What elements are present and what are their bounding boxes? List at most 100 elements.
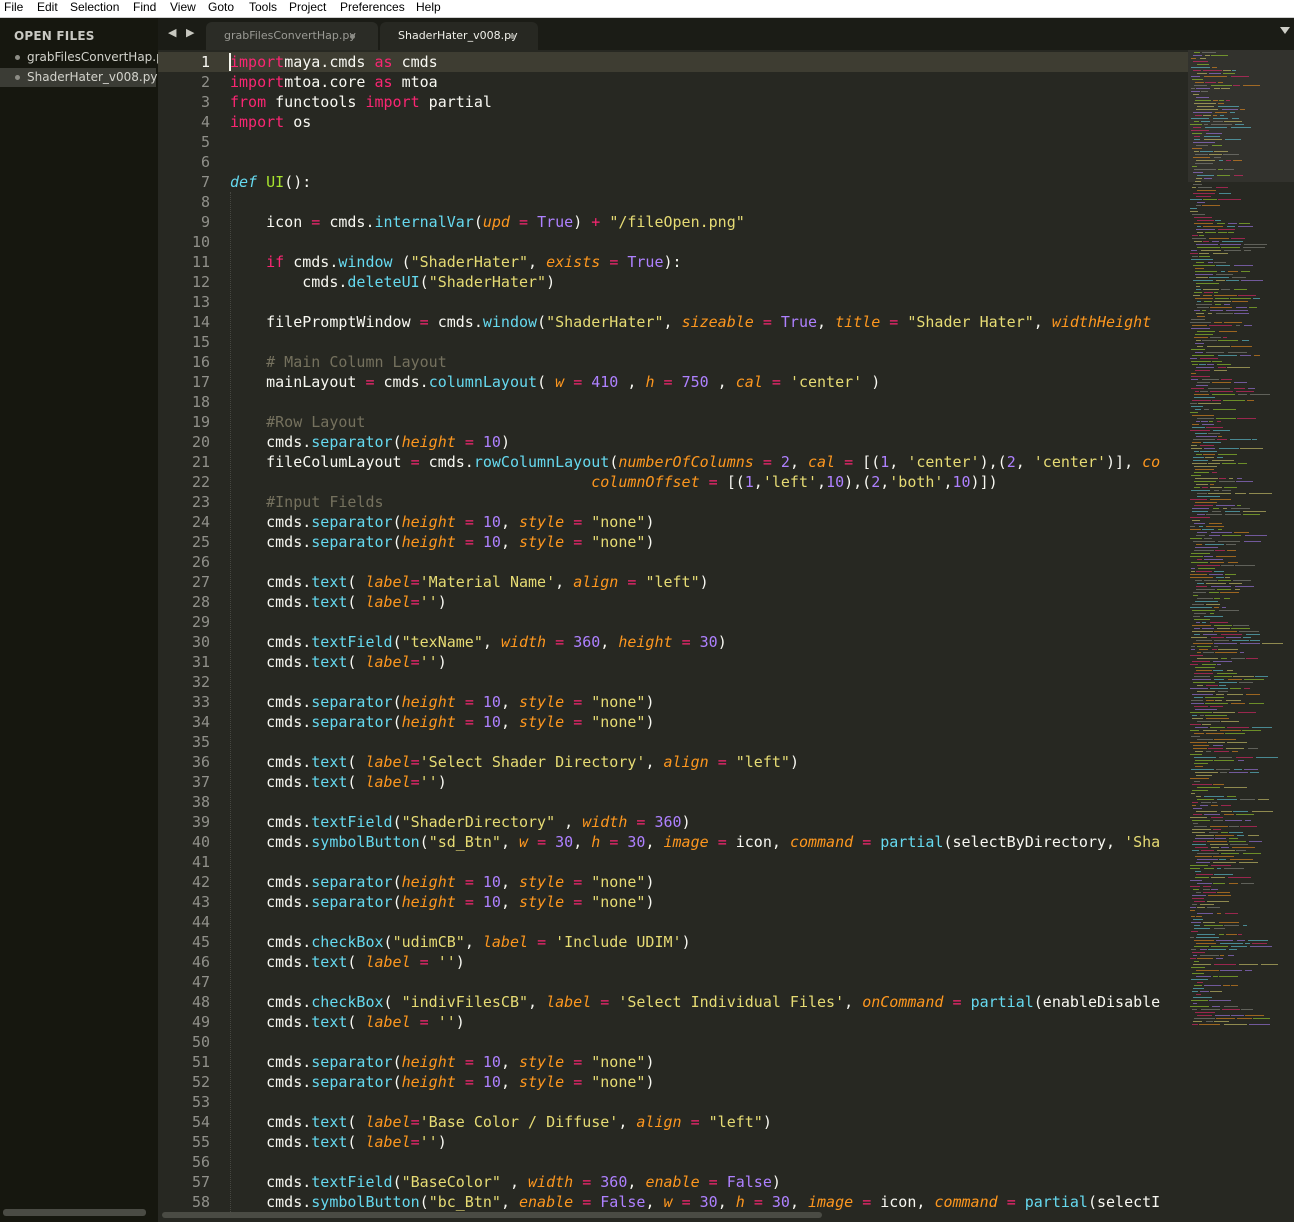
code-line[interactable]: cmds.separator(height = 10) bbox=[230, 432, 510, 452]
code-token: 10 bbox=[826, 473, 845, 491]
code-line[interactable]: cmds.text( label='') bbox=[230, 772, 447, 792]
code-line[interactable]: cmds.separator(height = 10, style = "non… bbox=[230, 712, 654, 732]
tab-close-icon[interactable] bbox=[350, 34, 355, 39]
minimap-line bbox=[1192, 718, 1203, 719]
menu-selection[interactable]: Selection bbox=[70, 0, 119, 15]
code-line[interactable]: cmds.text( label='Select Shader Director… bbox=[230, 752, 799, 772]
code-line[interactable]: cmds.checkBox( "indivFilesCB", label = '… bbox=[230, 992, 1160, 1012]
code-line[interactable]: cmds.separator(height = 10, style = "non… bbox=[230, 1072, 654, 1092]
code-token: )], bbox=[1106, 453, 1143, 471]
minimap-line bbox=[1197, 721, 1220, 722]
minimap-line bbox=[1203, 634, 1217, 635]
minimap-line bbox=[1196, 196, 1211, 197]
code-line[interactable]: import os bbox=[230, 112, 311, 132]
code-token: , bbox=[500, 1053, 519, 1071]
minimap-line bbox=[1206, 751, 1211, 752]
minimap-line bbox=[1191, 646, 1195, 647]
minimap-line bbox=[1196, 796, 1201, 797]
minimap-line bbox=[1197, 982, 1203, 983]
minimap-line bbox=[1193, 457, 1204, 458]
minimap-line bbox=[1195, 163, 1213, 164]
code-token: "ShaderHater" bbox=[546, 313, 664, 331]
minimap-line bbox=[1258, 799, 1269, 800]
minimap-line bbox=[1193, 955, 1197, 956]
code-line[interactable]: cmds.text( label='') bbox=[230, 652, 447, 672]
menu-preferences[interactable]: Preferences bbox=[340, 0, 405, 15]
code-line[interactable]: cmds.textField("texName", width = 360, h… bbox=[230, 632, 727, 652]
code-line[interactable]: importmtoa.core as mtoa bbox=[230, 72, 438, 92]
minimap-line bbox=[1192, 715, 1197, 716]
code-editor[interactable]: 1 2 3 4 5 6 7 8 9 10 11 12 13 14 15 16 17 18 19 20 21 22 23 24 2… bbox=[158, 50, 1294, 1222]
code-line[interactable]: cmds.text( label = '') bbox=[230, 1012, 465, 1032]
minimap-line bbox=[1192, 427, 1205, 428]
code-line[interactable]: cmds.separator(height = 10, style = "non… bbox=[230, 692, 654, 712]
minimap-line bbox=[1208, 493, 1231, 494]
minimap-line bbox=[1213, 253, 1228, 254]
minimap-line bbox=[1220, 970, 1242, 971]
code-line[interactable]: cmds.textField("BaseColor" , width = 360… bbox=[230, 1172, 781, 1192]
line-number: 17 bbox=[191, 373, 210, 391]
code-token: cmds. bbox=[230, 433, 312, 451]
minimap-line bbox=[1226, 700, 1241, 701]
code-line[interactable]: cmds.text( label = '') bbox=[230, 952, 465, 972]
menu-goto[interactable]: Goto bbox=[208, 0, 234, 15]
code-line[interactable]: cmds.symbolButton("sd_Btn", w = 30, h = … bbox=[230, 832, 1160, 852]
code-line[interactable]: #Input Fields bbox=[230, 492, 383, 512]
code-line[interactable]: cmds.text( label='') bbox=[230, 1132, 447, 1152]
menu-file[interactable]: File bbox=[4, 0, 23, 15]
code-line[interactable]: cmds.deleteUI("ShaderHater") bbox=[230, 272, 555, 292]
minimap[interactable] bbox=[1188, 50, 1294, 1210]
code-line[interactable]: cmds.checkBox("udimCB", label = 'Include… bbox=[230, 932, 690, 952]
minimap-line bbox=[1190, 886, 1200, 887]
code-line[interactable]: cmds.text( label='Material Name', align … bbox=[230, 572, 709, 592]
code-line[interactable]: filePromptWindow = cmds.window("ShaderHa… bbox=[230, 312, 1151, 332]
code-line[interactable]: cmds.separator(height = 10, style = "non… bbox=[230, 872, 654, 892]
minimap-line bbox=[1204, 814, 1220, 815]
code-line[interactable]: icon = cmds.internalVar(upd = True) + "/… bbox=[230, 212, 745, 232]
tab-close-icon[interactable] bbox=[510, 34, 515, 39]
sidebar-file-item[interactable]: grabFilesConvertHap.py bbox=[0, 48, 171, 67]
minimap-line bbox=[1196, 340, 1201, 341]
sidebar-file-item[interactable]: ShaderHater_v008.py bbox=[0, 68, 157, 87]
code-line[interactable]: # Main Column Layout bbox=[230, 352, 447, 372]
editor-tab[interactable]: grabFilesConvertHap.py bbox=[206, 22, 378, 50]
code-line[interactable]: if cmds.window ("ShaderHater", exists = … bbox=[230, 252, 681, 272]
menu-help[interactable]: Help bbox=[416, 0, 441, 15]
code-line[interactable]: cmds.separator(height = 10, style = "non… bbox=[230, 512, 654, 532]
code-line[interactable]: cmds.symbolButton("bc_Btn", enable = Fal… bbox=[230, 1192, 1160, 1212]
code-line[interactable]: def UI(): bbox=[230, 172, 311, 192]
code-token: '' bbox=[419, 773, 438, 791]
minimap-line bbox=[1191, 922, 1201, 923]
code-line[interactable]: cmds.text( label='') bbox=[230, 592, 447, 612]
code-line[interactable]: cmds.textField("ShaderDirectory" , width… bbox=[230, 812, 690, 832]
code-line[interactable]: cmds.separator(height = 10, style = "non… bbox=[230, 1052, 654, 1072]
code-line[interactable]: fileColumLayout = cmds.rowColumnLayout(n… bbox=[230, 452, 1160, 472]
code-line[interactable]: cmds.text( label='Base Color / Diffuse',… bbox=[230, 1112, 772, 1132]
menu-tools[interactable]: Tools bbox=[249, 0, 277, 15]
code-line[interactable]: cmds.separator(height = 10, style = "non… bbox=[230, 892, 654, 912]
menu-project[interactable]: Project bbox=[289, 0, 326, 15]
code-line[interactable]: cmds.separator(height = 10, style = "non… bbox=[230, 532, 654, 552]
tab-nav-arrows[interactable]: ◀ ▶ bbox=[168, 26, 197, 39]
menu-edit[interactable]: Edit bbox=[37, 0, 58, 15]
code-line[interactable]: from functools import partial bbox=[230, 92, 492, 112]
menu-find[interactable]: Find bbox=[133, 0, 156, 15]
code-line[interactable]: mainLayout = cmds.columnLayout( w = 410 … bbox=[230, 372, 880, 392]
code-line[interactable]: #Row Layout bbox=[230, 412, 365, 432]
code-line[interactable]: importmaya.cmds as cmds bbox=[230, 52, 438, 72]
code-token: h bbox=[591, 833, 601, 851]
editor-tab[interactable]: ShaderHater_v008.py bbox=[380, 22, 538, 50]
code-token: internalVar bbox=[374, 213, 474, 231]
minimap-line bbox=[1190, 880, 1202, 881]
code-area[interactable]: importmaya.cmds as cmds importmtoa.core a… bbox=[230, 50, 1188, 1222]
code-token: mtoa.core bbox=[284, 73, 375, 91]
menu-view[interactable]: View bbox=[170, 0, 196, 15]
minimap-line bbox=[1191, 793, 1195, 794]
horizontal-scrollbar[interactable] bbox=[162, 1212, 822, 1218]
minimap-line bbox=[1191, 475, 1201, 476]
code-token: (): bbox=[284, 173, 312, 191]
sidebar-scrollbar[interactable] bbox=[3, 1209, 146, 1216]
tab-dropdown-icon[interactable] bbox=[1280, 27, 1290, 34]
code-token: "none" bbox=[591, 693, 646, 711]
code-line[interactable]: columnOffset = [(1,'left',10),(2,'both',… bbox=[230, 472, 997, 492]
